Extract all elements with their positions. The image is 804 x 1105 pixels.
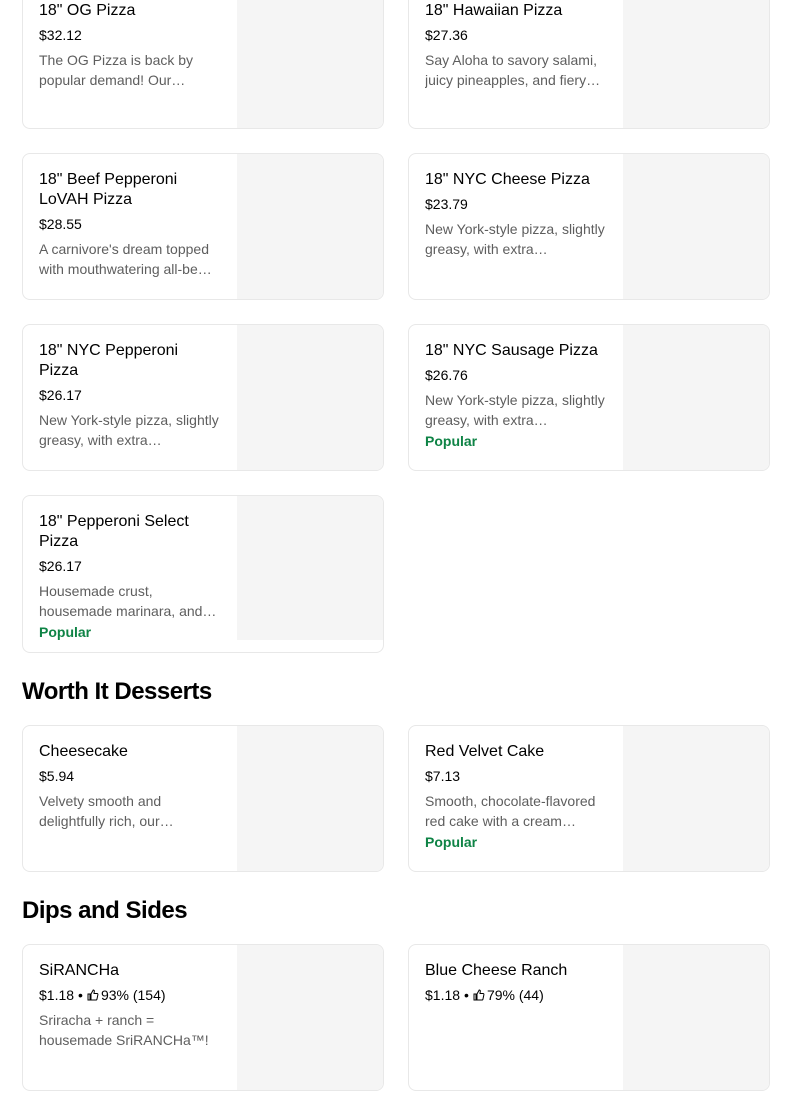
item-price: $1.18 (425, 987, 461, 1003)
thumbs-up-icon (87, 989, 99, 1001)
item-price: $1.18 (39, 987, 75, 1003)
item-price-rating: $1.18 • 93% (154) (39, 986, 221, 1004)
item-description: New York-style pizza, slightly greasy, w… (39, 412, 219, 448)
item-title: 18" NYC Cheese Pizza (425, 171, 590, 188)
section-heading-desserts: Worth It Desserts (22, 678, 212, 705)
item-title: Blue Cheese Ranch (425, 962, 568, 979)
item-title: Cheesecake (39, 743, 128, 760)
item-title: 18" NYC Pepperoni Pizza (39, 342, 179, 379)
item-description: A carnivore's dream topped with mouthwat… (39, 241, 212, 277)
item-price: $26.76 (425, 367, 468, 383)
item-image (237, 945, 383, 1090)
item-image (237, 496, 383, 640)
menu-item-card-pepperoni-select[interactable]: 18" Pepperoni Select Pizza $26.17 Housem… (22, 495, 384, 653)
separator: • (78, 987, 83, 1003)
item-description: Sriracha + ranch = housemade SriRANCHa™! (39, 1012, 209, 1048)
item-price: $23.79 (425, 196, 468, 212)
thumbs-up-icon (473, 989, 485, 1001)
item-image (237, 154, 383, 299)
menu-item-card-sirancha[interactable]: SiRANCHa $1.18 • 93% (154) Sriracha + ra… (22, 944, 384, 1091)
item-title: 18" Hawaiian Pizza (425, 2, 563, 19)
menu-item-card-nyc-sausage[interactable]: 18" NYC Sausage Pizza $26.76 New York-st… (408, 324, 770, 471)
item-price-rating: $1.18 • 79% (44) (425, 986, 607, 1004)
menu-item-card-red-velvet[interactable]: Red Velvet Cake $7.13 Smooth, chocolate-… (408, 725, 770, 872)
menu-item-card-hawaiian-pizza[interactable]: 18" Hawaiian Pizza $27.36 Say Aloha to s… (408, 0, 770, 129)
item-image (623, 0, 769, 128)
item-image (623, 945, 769, 1090)
item-image (237, 726, 383, 871)
item-rating: 93% (154) (100, 987, 166, 1003)
popular-badge: Popular (425, 834, 478, 850)
item-description: Say Aloha to savory salami, juicy pineap… (425, 52, 601, 88)
item-title: SiRANCHa (39, 962, 120, 979)
item-price: $32.12 (39, 27, 82, 43)
item-image (623, 325, 769, 470)
item-price: $26.17 (39, 387, 82, 403)
section-heading-dips: Dips and Sides (22, 897, 188, 924)
popular-badge: Popular (425, 433, 478, 449)
item-image (237, 325, 383, 470)
item-price: $27.36 (425, 27, 468, 43)
item-description: New York-style pizza, slightly greasy, w… (425, 221, 605, 257)
menu-item-card-cheesecake[interactable]: Cheesecake $5.94 Velvety smooth and deli… (22, 725, 384, 872)
item-description: Velvety smooth and delightfully rich, ou… (39, 793, 174, 829)
item-image (623, 154, 769, 299)
item-image (623, 726, 769, 871)
item-price: $7.13 (425, 768, 461, 784)
item-title: Red Velvet Cake (425, 743, 545, 760)
item-price: $26.17 (39, 558, 82, 574)
item-rating: 79% (44) (486, 987, 544, 1003)
menu-item-card-nyc-pepperoni[interactable]: 18" NYC Pepperoni Pizza $26.17 New York-… (22, 324, 384, 471)
item-title: 18" OG Pizza (39, 2, 136, 19)
menu-item-card-og-pizza[interactable]: 18" OG Pizza $32.12 The OG Pizza is back… (22, 0, 384, 129)
item-price: $5.94 (39, 768, 75, 784)
separator: • (464, 987, 469, 1003)
item-title: 18" Pepperoni Select Pizza (39, 513, 189, 550)
item-title: 18" NYC Sausage Pizza (425, 342, 598, 359)
item-price: $28.55 (39, 216, 82, 232)
item-description: Housemade crust, housemade marinara, and… (39, 583, 217, 619)
item-image (237, 0, 383, 128)
item-title: 18" Beef Pepperoni LoVAH Pizza (39, 171, 178, 208)
menu-item-card-nyc-cheese[interactable]: 18" NYC Cheese Pizza $23.79 New York-sty… (408, 153, 770, 300)
menu-item-card-beef-pepperoni[interactable]: 18" Beef Pepperoni LoVAH Pizza $28.55 A … (22, 153, 384, 300)
item-description: Smooth, chocolate-flavored red cake with… (425, 793, 596, 829)
item-description: New York-style pizza, slightly greasy, w… (425, 392, 605, 428)
popular-badge: Popular (39, 624, 92, 640)
menu-item-card-blue-cheese[interactable]: Blue Cheese Ranch $1.18 • 79% (44) (408, 944, 770, 1091)
item-description: The OG Pizza is back by popular demand! … (39, 52, 194, 88)
